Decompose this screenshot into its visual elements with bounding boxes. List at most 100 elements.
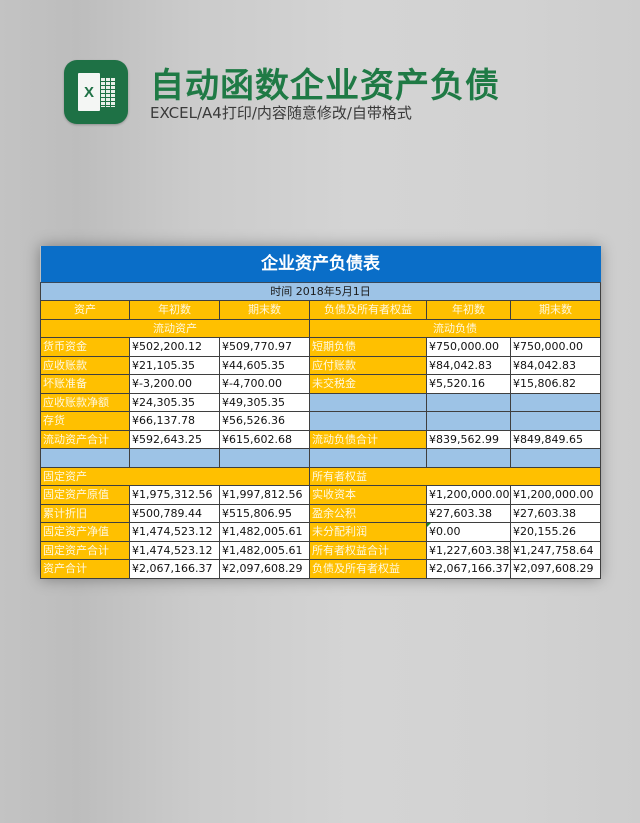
excel-grid-icon bbox=[100, 77, 115, 107]
blank-cell[interactable] bbox=[426, 392, 511, 412]
liability-begin-value[interactable]: ¥1,200,000.00 bbox=[426, 485, 511, 505]
blank-cell[interactable] bbox=[40, 448, 130, 468]
liability-label[interactable]: 所有者权益合计 bbox=[309, 540, 427, 560]
excel-icon: X bbox=[64, 60, 128, 124]
sheet-title-row: 企业资产负债表 bbox=[40, 246, 601, 283]
asset-end-value[interactable]: ¥615,602.68 bbox=[219, 429, 310, 449]
liability-end-value[interactable]: ¥2,097,608.29 bbox=[510, 559, 601, 579]
asset-label[interactable]: 流动资产合计 bbox=[40, 429, 130, 449]
asset-label[interactable]: 固定资产净值 bbox=[40, 522, 130, 542]
liability-begin-value[interactable]: ¥2,067,166.37 bbox=[426, 559, 511, 579]
column-header-row: 资产 年初数 期末数 负债及所有者权益 年初数 期末数 bbox=[40, 300, 601, 320]
col-header-asset-begin[interactable]: 年初数 bbox=[129, 300, 220, 320]
liability-begin-value[interactable]: ¥1,227,603.38 bbox=[426, 540, 511, 560]
asset-begin-value[interactable]: ¥500,789.44 bbox=[129, 503, 220, 523]
liability-begin-value[interactable]: ¥84,042.83 bbox=[426, 355, 511, 375]
asset-label[interactable]: 累计折旧 bbox=[40, 503, 130, 523]
blank-cell[interactable] bbox=[219, 448, 310, 468]
equity-header[interactable]: 所有者权益 bbox=[309, 466, 601, 486]
asset-begin-value[interactable]: ¥-3,200.00 bbox=[129, 374, 220, 394]
liability-begin-value[interactable]: ¥0.00 bbox=[426, 522, 511, 542]
blank-cell[interactable] bbox=[510, 411, 601, 431]
asset-label[interactable]: 应收账款 bbox=[40, 355, 130, 375]
col-header-liabilities[interactable]: 负债及所有者权益 bbox=[309, 300, 427, 320]
col-header-liab-begin[interactable]: 年初数 bbox=[426, 300, 511, 320]
table-row: 应收账款净额 ¥24,305.35 ¥49,305.35 bbox=[40, 392, 601, 412]
asset-label[interactable]: 坏账准备 bbox=[40, 374, 130, 394]
blank-cell[interactable] bbox=[309, 411, 427, 431]
liability-label[interactable]: 未交税金 bbox=[309, 374, 427, 394]
blank-cell[interactable] bbox=[426, 448, 511, 468]
asset-end-value[interactable]: ¥515,806.95 bbox=[219, 503, 310, 523]
liability-begin-value[interactable]: ¥5,520.16 bbox=[426, 374, 511, 394]
balance-sheet: 企业资产负债表 时间 2018年5月1日 资产 年初数 期末数 负债及所有者权益… bbox=[40, 246, 601, 579]
blank-cell[interactable] bbox=[309, 448, 427, 468]
liability-label[interactable]: 负债及所有者权益 bbox=[309, 559, 427, 579]
liability-begin-value[interactable]: ¥839,562.99 bbox=[426, 429, 511, 449]
col-header-asset-end[interactable]: 期末数 bbox=[219, 300, 310, 320]
col-header-assets[interactable]: 资产 bbox=[40, 300, 130, 320]
fixed-assets-header[interactable]: 固定资产 bbox=[40, 466, 310, 486]
asset-label[interactable]: 货币资金 bbox=[40, 337, 130, 357]
liability-end-value[interactable]: ¥750,000.00 bbox=[510, 337, 601, 357]
liability-label[interactable]: 实收资本 bbox=[309, 485, 427, 505]
asset-end-value[interactable]: ¥509,770.97 bbox=[219, 337, 310, 357]
liability-end-value[interactable]: ¥84,042.83 bbox=[510, 355, 601, 375]
asset-end-value[interactable]: ¥44,605.35 bbox=[219, 355, 310, 375]
liability-end-value[interactable]: ¥1,200,000.00 bbox=[510, 485, 601, 505]
date-row: 时间 2018年5月1日 bbox=[40, 282, 601, 301]
current-assets-header[interactable]: 流动资产 bbox=[40, 318, 310, 338]
table-row: 货币资金 ¥502,200.12 ¥509,770.97 短期负债 ¥750,000.0… bbox=[40, 337, 601, 357]
asset-label[interactable]: 固定资产合计 bbox=[40, 540, 130, 560]
asset-begin-value[interactable]: ¥1,474,523.12 bbox=[129, 540, 220, 560]
liability-end-value[interactable]: ¥849,849.65 bbox=[510, 429, 601, 449]
asset-begin-value[interactable]: ¥21,105.35 bbox=[129, 355, 220, 375]
liability-label[interactable]: 流动负债合计 bbox=[309, 429, 427, 449]
table-row: 坏账准备 ¥-3,200.00 ¥-4,700.00 未交税金 ¥5,520.16 ¥15… bbox=[40, 374, 601, 394]
blank-cell[interactable] bbox=[129, 448, 220, 468]
sheet-title[interactable]: 企业资产负债表 bbox=[40, 246, 601, 283]
liability-begin-value[interactable]: ¥750,000.00 bbox=[426, 337, 511, 357]
asset-label[interactable]: 存货 bbox=[40, 411, 130, 431]
liability-label[interactable]: 未分配利润 bbox=[309, 522, 427, 542]
asset-end-value[interactable]: ¥1,482,005.61 bbox=[219, 522, 310, 542]
excel-letter: X bbox=[78, 73, 100, 111]
liability-label[interactable]: 应付账款 bbox=[309, 355, 427, 375]
asset-begin-value[interactable]: ¥1,975,312.56 bbox=[129, 485, 220, 505]
liability-end-value[interactable]: ¥1,247,758.64 bbox=[510, 540, 601, 560]
asset-begin-value[interactable]: ¥502,200.12 bbox=[129, 337, 220, 357]
liability-begin-value[interactable]: ¥27,603.38 bbox=[426, 503, 511, 523]
asset-label[interactable]: 固定资产原值 bbox=[40, 485, 130, 505]
blank-cell[interactable] bbox=[510, 392, 601, 412]
blank-cell[interactable] bbox=[426, 411, 511, 431]
asset-begin-value[interactable]: ¥66,137.78 bbox=[129, 411, 220, 431]
liability-end-value[interactable]: ¥20,155.26 bbox=[510, 522, 601, 542]
fixed-section-row: 固定资产 所有者权益 bbox=[40, 466, 601, 486]
current-section-row: 流动资产 流动负债 bbox=[40, 318, 601, 338]
table-row: 固定资产净值 ¥1,474,523.12 ¥1,482,005.61 未分配利润 ¥0.… bbox=[40, 522, 601, 542]
blank-cell[interactable] bbox=[510, 448, 601, 468]
blank-cell[interactable] bbox=[309, 392, 427, 412]
asset-end-value[interactable]: ¥-4,700.00 bbox=[219, 374, 310, 394]
page-title: 自动函数企业资产负债 bbox=[150, 66, 500, 106]
asset-end-value[interactable]: ¥49,305.35 bbox=[219, 392, 310, 412]
liability-end-value[interactable]: ¥27,603.38 bbox=[510, 503, 601, 523]
asset-end-value[interactable]: ¥2,097,608.29 bbox=[219, 559, 310, 579]
asset-end-value[interactable]: ¥1,482,005.61 bbox=[219, 540, 310, 560]
asset-end-value[interactable]: ¥1,997,812.56 bbox=[219, 485, 310, 505]
col-header-liab-end[interactable]: 期末数 bbox=[510, 300, 601, 320]
asset-begin-value[interactable]: ¥24,305.35 bbox=[129, 392, 220, 412]
liability-label[interactable]: 盈余公积 bbox=[309, 503, 427, 523]
asset-end-value[interactable]: ¥56,526.36 bbox=[219, 411, 310, 431]
asset-begin-value[interactable]: ¥592,643.25 bbox=[129, 429, 220, 449]
sheet-date[interactable]: 时间 2018年5月1日 bbox=[40, 282, 601, 301]
asset-label[interactable]: 应收账款净额 bbox=[40, 392, 130, 412]
liability-label[interactable]: 短期负债 bbox=[309, 337, 427, 357]
table-row: 固定资产合计 ¥1,474,523.12 ¥1,482,005.61 所有者权益合计 ¥… bbox=[40, 540, 601, 560]
table-row: 应收账款 ¥21,105.35 ¥44,605.35 应付账款 ¥84,042.83 ¥8… bbox=[40, 355, 601, 375]
asset-begin-value[interactable]: ¥2,067,166.37 bbox=[129, 559, 220, 579]
liability-end-value[interactable]: ¥15,806.82 bbox=[510, 374, 601, 394]
asset-label[interactable]: 资产合计 bbox=[40, 559, 130, 579]
asset-begin-value[interactable]: ¥1,474,523.12 bbox=[129, 522, 220, 542]
current-liabilities-header[interactable]: 流动负债 bbox=[309, 318, 601, 338]
